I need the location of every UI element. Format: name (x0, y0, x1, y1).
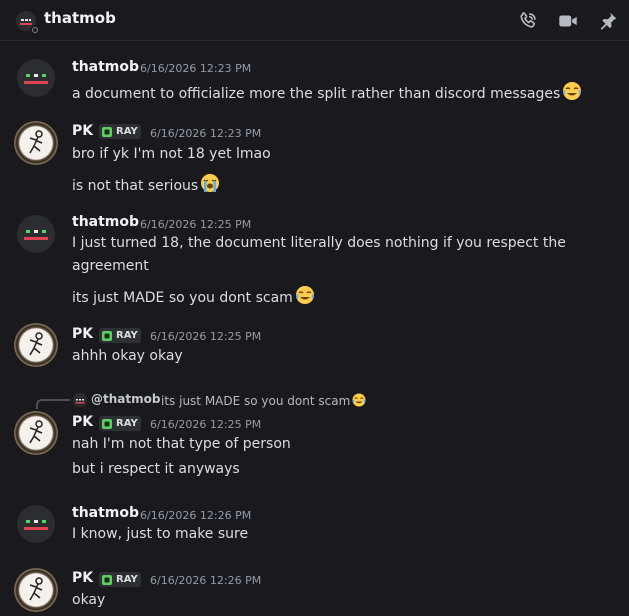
tag-label: RAY (116, 574, 138, 585)
voice-call-icon[interactable] (517, 10, 539, 32)
author-name[interactable]: thatmob (72, 505, 139, 521)
mob-face-icon (24, 230, 48, 240)
stick-figure-icon (29, 332, 43, 356)
timestamp: 6/16/2026 12:26 PM (150, 574, 262, 587)
avatar[interactable] (17, 59, 55, 97)
message-text: agreement (72, 258, 149, 274)
mob-face-icon (24, 74, 48, 84)
message-text: I just turned 18, the document literally… (72, 235, 566, 251)
author-name[interactable]: PK (72, 414, 93, 430)
author-name[interactable]: PK (72, 326, 93, 342)
message-text: okay (72, 592, 106, 608)
stick-figure-icon (29, 577, 43, 601)
tears-of-joy-emoji-icon (352, 393, 366, 407)
avatar[interactable] (14, 568, 58, 612)
tag-label: RAY (116, 126, 138, 137)
message-text: its just MADE so you dont scam (72, 284, 316, 306)
timestamp: 6/16/2026 12:25 PM (150, 330, 262, 343)
timestamp: 6/16/2026 12:23 PM (140, 62, 252, 75)
channel-header: thatmob (0, 0, 629, 41)
tag-shield-icon (102, 574, 112, 585)
author-name[interactable]: thatmob (72, 214, 139, 230)
tag-label: RAY (116, 330, 138, 341)
loudly-crying-emoji-icon (201, 174, 220, 192)
user-tag-badge[interactable]: RAY (99, 572, 141, 587)
tears-of-joy-emoji-icon (295, 286, 314, 304)
channel-title: thatmob (44, 9, 116, 27)
message-text: but i respect it anyways (72, 461, 240, 477)
user-tag-badge[interactable]: RAY (99, 328, 141, 343)
tag-shield-icon (102, 418, 112, 429)
video-call-icon[interactable] (557, 10, 579, 32)
timestamp: 6/16/2026 12:25 PM (140, 218, 252, 231)
avatar[interactable] (17, 215, 55, 253)
reply-connector (36, 399, 70, 409)
tag-shield-icon (102, 330, 112, 341)
avatar[interactable] (14, 323, 58, 367)
avatar[interactable] (14, 121, 58, 165)
author-name[interactable]: PK (72, 570, 93, 586)
message-text: is not that serious (72, 172, 221, 194)
author-name[interactable]: PK (72, 123, 93, 139)
tag-label: RAY (116, 418, 138, 429)
message-text: ahhh okay okay (72, 348, 183, 364)
reply-avatar[interactable] (73, 393, 87, 407)
reply-preview[interactable]: its just MADE so you dont scam (161, 392, 367, 408)
message-text: bro if yk I'm not 18 yet lmao (72, 146, 271, 162)
user-tag-badge[interactable]: RAY (99, 124, 141, 139)
mob-face-icon (24, 520, 48, 530)
pinned-messages-icon[interactable] (597, 10, 619, 32)
reply-author[interactable]: @thatmob (91, 392, 160, 406)
stick-figure-icon (29, 420, 43, 444)
user-tag-badge[interactable]: RAY (99, 416, 141, 431)
stick-figure-icon (29, 130, 43, 154)
author-name[interactable]: thatmob (72, 59, 139, 75)
avatar[interactable] (14, 411, 58, 455)
tears-of-joy-emoji-icon (563, 82, 582, 100)
mob-face-icon (75, 399, 85, 404)
timestamp: 6/16/2026 12:26 PM (140, 509, 252, 522)
avatar[interactable] (17, 505, 55, 543)
tag-shield-icon (102, 126, 112, 137)
message-text: a document to officialize more the split… (72, 80, 583, 102)
status-indicator (30, 25, 42, 37)
message-text: I know, just to make sure (72, 526, 249, 542)
timestamp: 6/16/2026 12:23 PM (150, 127, 262, 140)
timestamp: 6/16/2026 12:25 PM (150, 418, 262, 431)
message-text: nah I'm not that type of person (72, 436, 291, 452)
